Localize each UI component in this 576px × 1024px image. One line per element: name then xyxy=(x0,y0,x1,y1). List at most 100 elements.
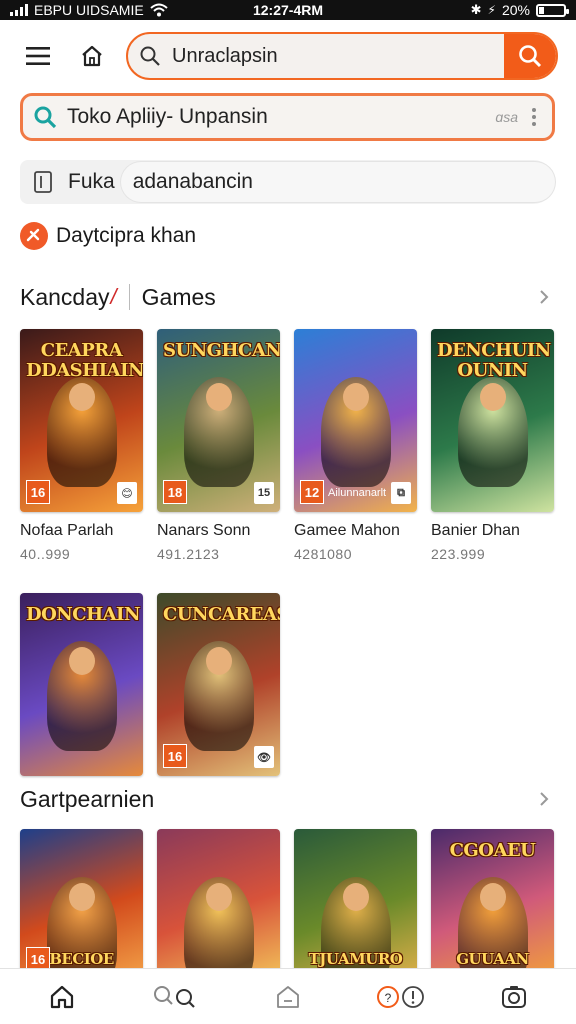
bluetooth-icon: ✱ xyxy=(470,2,482,17)
status-right: ✱ ⚡ 20% xyxy=(470,2,569,18)
publisher-logo-icon: 15 xyxy=(254,482,274,504)
document-icon xyxy=(20,160,66,204)
nav-profile[interactable] xyxy=(484,972,544,1022)
nav-home[interactable] xyxy=(32,972,92,1022)
game-cover-image[interactable]: CGOAEU GUUAAN xyxy=(431,829,554,979)
chevron-right-icon[interactable] xyxy=(532,285,556,309)
game-card[interactable]: BECIOE 16 xyxy=(20,829,143,979)
cover-character-head xyxy=(479,883,506,911)
game-card[interactable]: DONCHAIN xyxy=(20,593,143,776)
game-title[interactable]: Nofaa Parlah xyxy=(20,522,143,540)
svg-text:?: ? xyxy=(384,991,391,1005)
promo-label: Daytcipra khan xyxy=(56,224,197,247)
status-bar: EBPU UIDSAMIE 12:27-4RM ✱ ⚡ 20% xyxy=(0,0,576,20)
category-field[interactable]: Fuka adanabancin xyxy=(66,160,555,204)
games-row-3: BECIOE 16 TJUAMURO CGOAEU GUUAAN xyxy=(20,829,554,979)
game-card[interactable]: 12 Ailunnanarlt ⧉ Gamee Mahon 4281080 xyxy=(294,329,417,562)
cover-title-art: CUNCAREAS xyxy=(163,604,280,625)
status-left: EBPU UIDSAMIE xyxy=(10,2,471,18)
game-title[interactable]: Nanars Sonn xyxy=(157,522,280,540)
cover-character-head xyxy=(479,383,506,411)
main-search-bar[interactable] xyxy=(126,32,558,80)
top-bar xyxy=(0,30,576,82)
promo-link[interactable]: Daytcipra khan xyxy=(20,222,196,250)
publisher-logo-icon: 😊 xyxy=(117,482,137,504)
bottom-nav: ? xyxy=(0,968,576,1024)
section-header-games[interactable]: Kancday / Games xyxy=(20,281,556,313)
age-rating-badge: 16 xyxy=(163,744,187,768)
game-card[interactable]: TJUAMURO xyxy=(294,829,417,979)
games-row-2: DONCHAIN CUNCAREAS 16 👁 xyxy=(20,593,280,776)
more-options-icon[interactable] xyxy=(528,104,540,130)
menu-button[interactable] xyxy=(18,36,58,76)
nav-search[interactable] xyxy=(145,972,205,1022)
home-icon xyxy=(82,45,102,67)
game-card[interactable]: SUNGHCAN 18 15 Nanars Sonn 491.2123 xyxy=(157,329,280,562)
game-title[interactable]: Gamee Mahon xyxy=(294,522,417,540)
game-cover-image[interactable]: TJUAMURO xyxy=(294,829,417,979)
game-cover-image[interactable]: DONCHAIN xyxy=(20,593,143,776)
wifi-icon xyxy=(150,3,168,17)
cover-title-art: CEAPRA DDASHIAIN xyxy=(26,340,143,381)
game-cover-image[interactable] xyxy=(157,829,280,979)
battery-icon xyxy=(536,3,569,17)
game-card[interactable]: DENCHUIN OUNIN Banier Dhan 223.999 xyxy=(431,329,554,562)
cover-character-head xyxy=(68,383,95,411)
cover-character-head xyxy=(68,883,95,911)
slash-icon: / xyxy=(110,284,117,309)
game-cover-image[interactable]: SUNGHCAN 18 15 xyxy=(157,329,280,512)
search-icon xyxy=(519,45,542,68)
age-rating-badge: 18 xyxy=(163,480,187,504)
cover-title-art: DENCHUIN OUNIN xyxy=(437,340,551,381)
cover-character-head xyxy=(342,383,369,411)
game-cover-image[interactable]: CEAPRA DDASHIAIN 16 😊 xyxy=(20,329,143,512)
signal-icon xyxy=(10,4,28,16)
category-label: Fuka xyxy=(68,170,115,193)
cover-title-art: CGOAEU xyxy=(449,840,536,861)
nav-notifications[interactable]: ? xyxy=(371,972,431,1022)
cover-bottom-art: GUUAAN xyxy=(456,950,529,968)
main-search-input[interactable] xyxy=(172,44,504,68)
battery-percent: 20% xyxy=(501,2,530,18)
notification-icon: ? xyxy=(376,985,424,1008)
store-search-input[interactable] xyxy=(67,105,486,129)
game-download-count: 491.2123 xyxy=(157,546,220,562)
cover-bottom-art: TJUAMURO xyxy=(308,950,403,968)
search-submit-button[interactable] xyxy=(504,34,556,78)
home-icon xyxy=(51,985,74,1008)
publisher-logo-icon: 👁 xyxy=(254,746,274,768)
section-header-second[interactable]: Gartpearnien xyxy=(20,783,556,815)
publisher-logo-icon: ⧉ xyxy=(391,482,411,504)
cover-character-head xyxy=(205,647,232,675)
search-icon xyxy=(128,45,172,67)
home-button[interactable] xyxy=(72,36,112,76)
games-row-1: CEAPRA DDASHIAIN 16 😊 Nofaa Parlah 40..999 SU… xyxy=(20,329,554,562)
title-separator xyxy=(128,284,130,310)
carrier-label: EBPU UIDSAMIE xyxy=(34,2,144,18)
hamburger-icon xyxy=(26,47,50,65)
game-card[interactable]: CUNCAREAS 16 👁 xyxy=(157,593,280,776)
cover-publisher-text: Ailunnanarlt xyxy=(328,487,387,499)
chevron-right-icon[interactable] xyxy=(532,787,556,811)
game-cover-image[interactable]: CUNCAREAS 16 👁 xyxy=(157,593,280,776)
search-icon xyxy=(34,106,57,129)
game-card[interactable]: CEAPRA DDASHIAIN 16 😊 Nofaa Parlah 40..999 xyxy=(20,329,143,562)
profile-icon xyxy=(501,985,526,1008)
search-hint: ɑsa xyxy=(495,109,518,125)
game-cover-image[interactable]: BECIOE 16 xyxy=(20,829,143,979)
game-title[interactable]: Banier Dhan xyxy=(431,522,554,540)
cover-title-art: DONCHAIN xyxy=(26,604,140,625)
game-download-count: 40..999 xyxy=(20,546,71,562)
charging-icon: ⚡ xyxy=(487,3,496,17)
nav-store[interactable] xyxy=(258,972,318,1022)
store-search-bar[interactable]: ɑsa xyxy=(20,93,555,141)
battery-fill xyxy=(539,6,544,14)
game-cover-image[interactable]: 12 Ailunnanarlt ⧉ xyxy=(294,329,417,512)
section-title: Gartpearnien xyxy=(20,785,155,812)
game-card[interactable] xyxy=(157,829,280,979)
cover-character-head xyxy=(342,883,369,911)
game-card[interactable]: CGOAEU GUUAAN xyxy=(431,829,554,979)
section-title-right: Games xyxy=(141,283,216,310)
game-cover-image[interactable]: DENCHUIN OUNIN xyxy=(431,329,554,512)
category-filter[interactable]: Fuka adanabancin xyxy=(20,160,555,204)
